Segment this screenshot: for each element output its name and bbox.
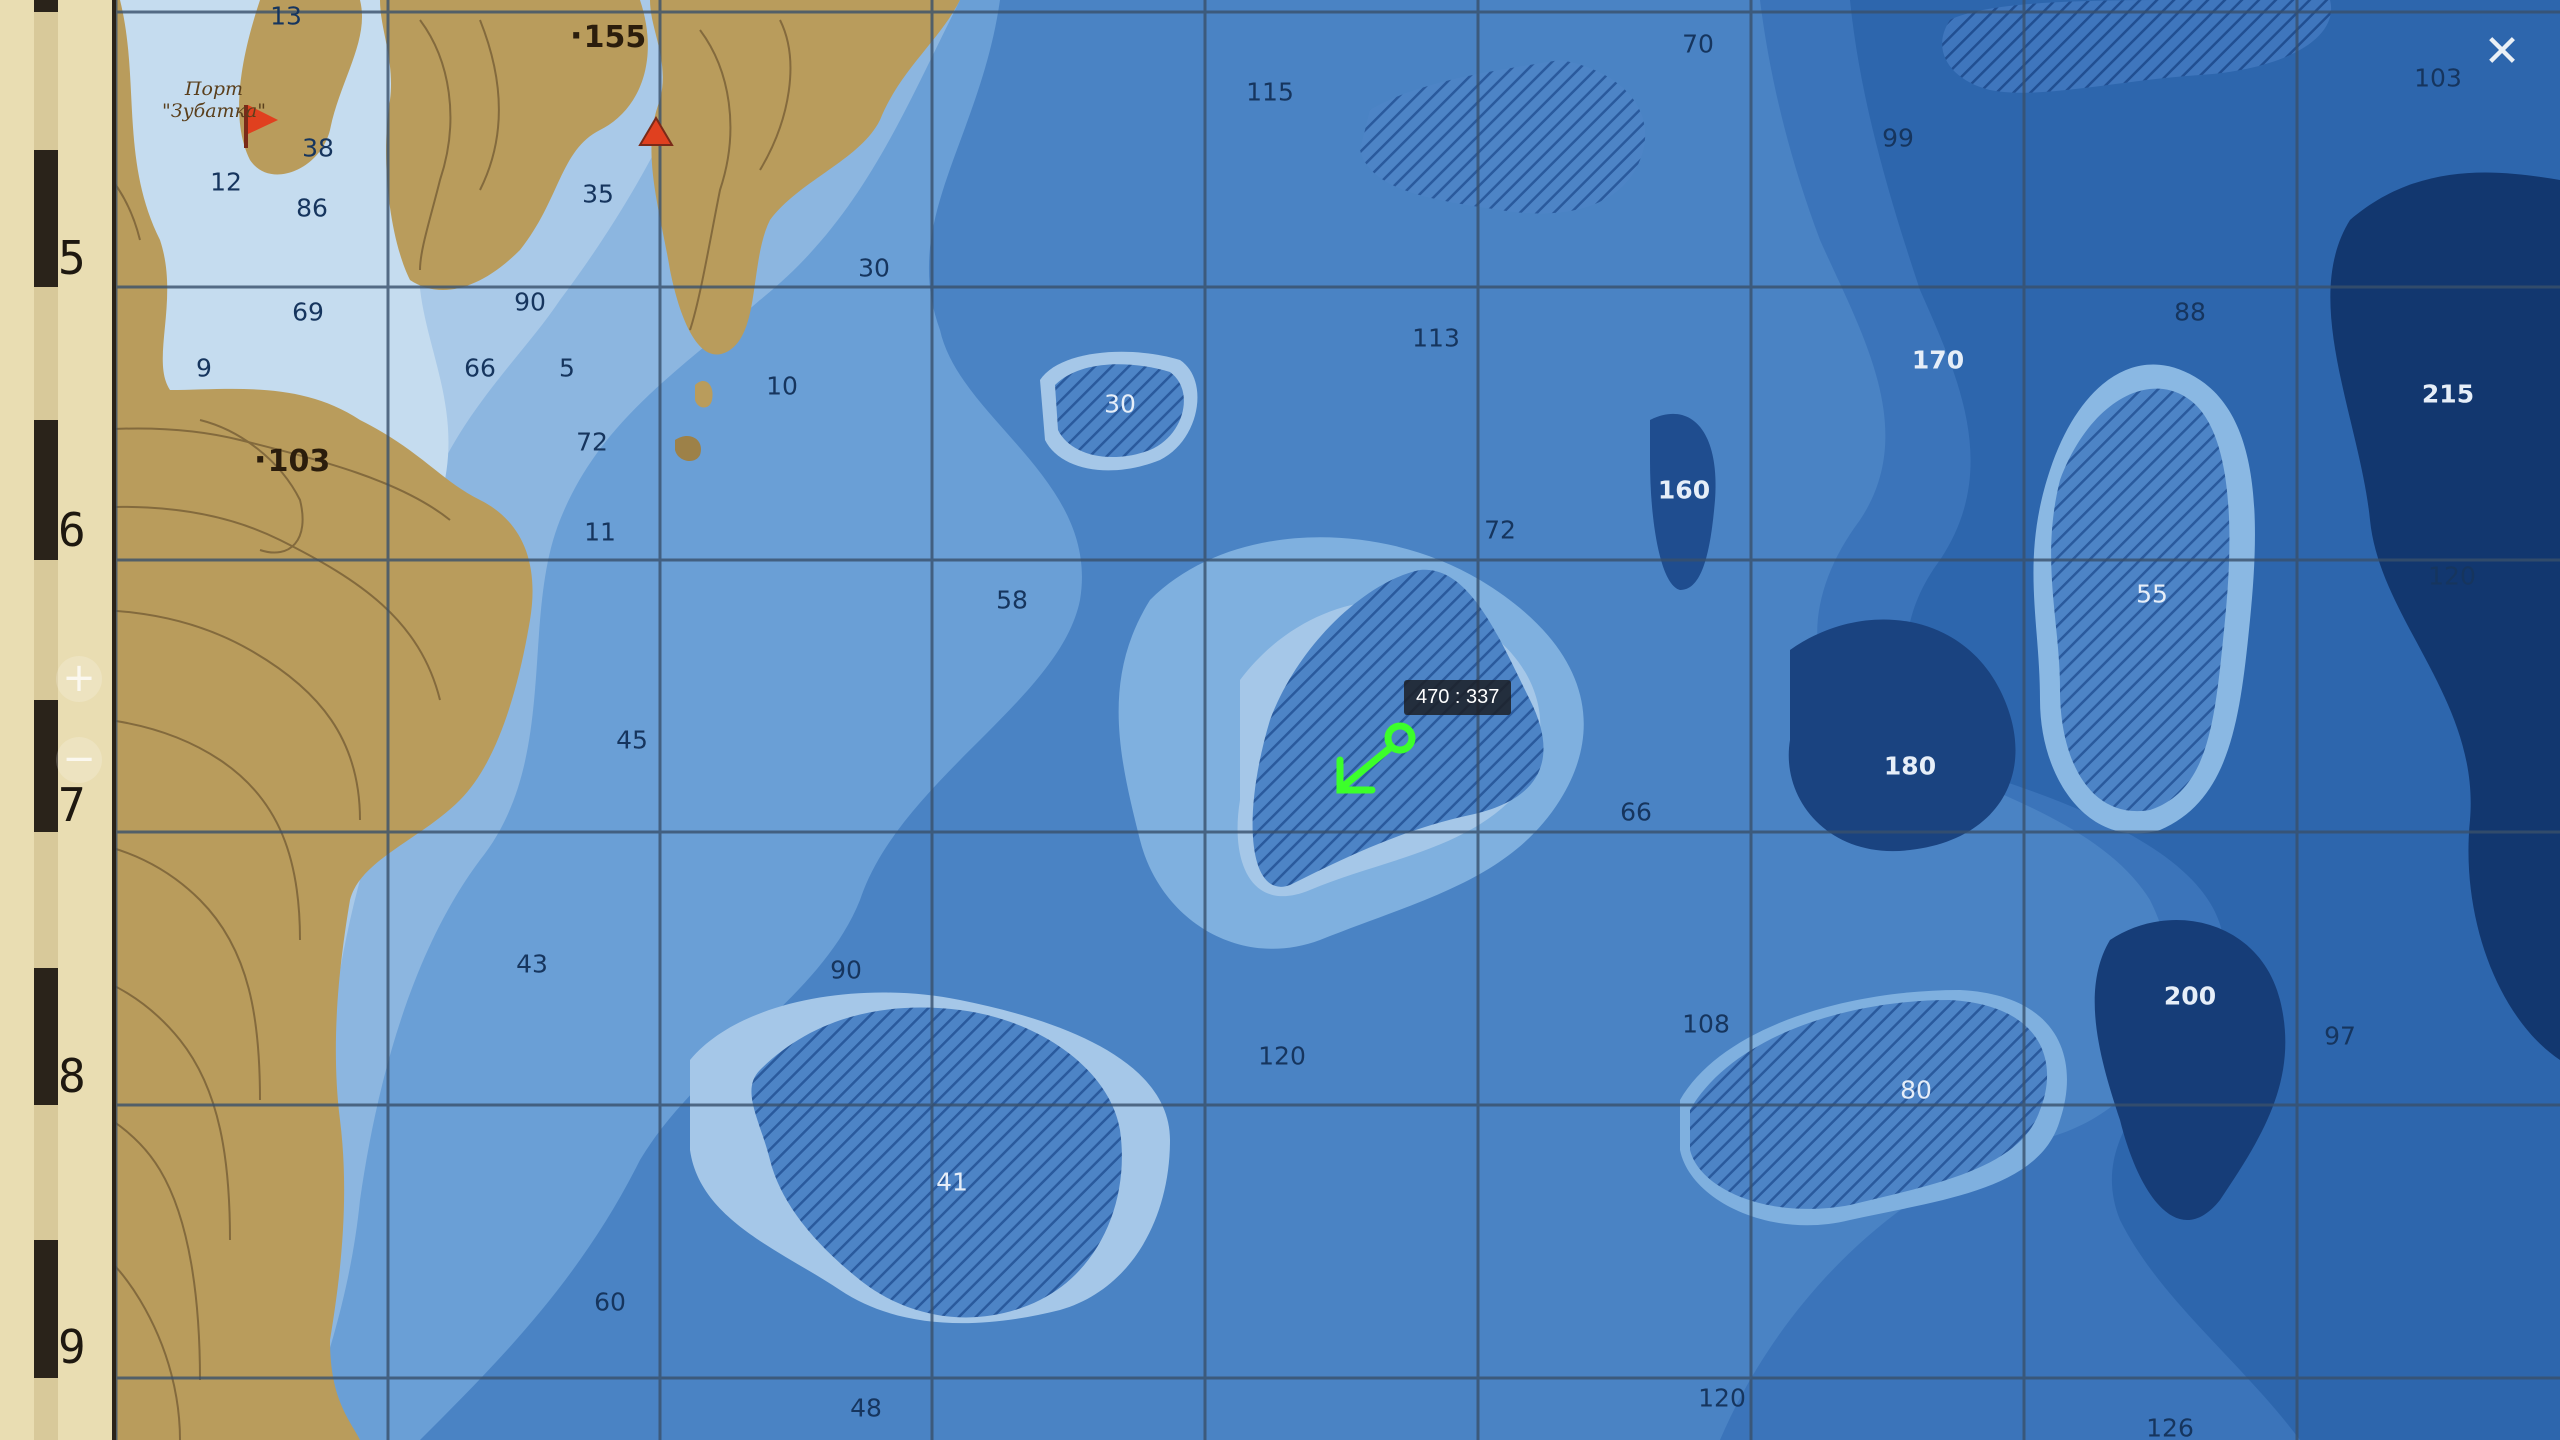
depth-label: 48 xyxy=(850,1393,882,1423)
island-small xyxy=(695,380,713,408)
depth-label: 69 xyxy=(292,297,324,327)
depth-label: 12 xyxy=(210,167,242,197)
depth-label: 86 xyxy=(296,193,328,223)
depth-label: 43 xyxy=(516,949,548,979)
depth-label: 60 xyxy=(594,1287,626,1317)
depth-label: 126 xyxy=(2146,1413,2194,1440)
depth-label: 66 xyxy=(1620,797,1652,827)
ruler-label-7: 7 xyxy=(58,778,86,832)
depth-label: 66 xyxy=(464,353,496,383)
depth-label: 58 xyxy=(996,585,1028,615)
depth-label: 80 xyxy=(1900,1075,1932,1105)
depth-label: 45 xyxy=(616,725,648,755)
ruler-label-6: 6 xyxy=(58,503,86,557)
depth-label: 90 xyxy=(830,955,862,985)
depth-label: 215 xyxy=(2421,379,2475,409)
depth-label: 9 xyxy=(196,353,212,383)
port-label-line2: "Зубатка" xyxy=(162,100,266,122)
ruler-label-9: 9 xyxy=(58,1320,86,1374)
depth-label: 115 xyxy=(1246,77,1294,107)
depth-label: 70 xyxy=(1682,29,1714,59)
depth-label: 120 xyxy=(1258,1041,1306,1071)
map-canvas[interactable] xyxy=(0,0,2560,1440)
depth-label: 113 xyxy=(1412,323,1460,353)
depth-label: 38 xyxy=(302,133,334,163)
depth-label: 99 xyxy=(1882,123,1914,153)
zoom-in-button[interactable]: + xyxy=(56,656,102,702)
depth-label: 72 xyxy=(576,427,608,457)
depth-label: 97 xyxy=(2324,1021,2356,1051)
depth-label: 103 xyxy=(2414,63,2462,93)
depth-label: 160 xyxy=(1657,475,1711,505)
fishing-map[interactable]: 5 6 7 8 9 Порт "Зубатка" 155 103 13 12 3… xyxy=(0,0,2560,1440)
depth-label: 180 xyxy=(1883,751,1937,781)
height-label-155: 155 xyxy=(570,16,647,56)
depth-label: 200 xyxy=(2163,981,2217,1011)
depth-label: 13 xyxy=(270,1,302,31)
player-coordinates-tooltip: 470 : 337 xyxy=(1404,680,1512,715)
depth-label: 5 xyxy=(559,353,575,383)
depth-label: 35 xyxy=(582,179,614,209)
depth-label: 72 xyxy=(1484,515,1516,545)
zoom-out-button[interactable]: − xyxy=(56,737,102,783)
depth-label: 11 xyxy=(584,517,616,547)
depth-label: 88 xyxy=(2174,297,2206,327)
port-label-line1: Порт xyxy=(184,78,244,100)
depth-label: 120 xyxy=(2428,561,2476,591)
ruler-label-5: 5 xyxy=(58,231,86,285)
depth-label: 170 xyxy=(1911,345,1965,375)
depth-label: 30 xyxy=(1104,389,1136,419)
depth-label: 90 xyxy=(514,287,546,317)
height-label-103: 103 xyxy=(254,440,331,480)
depth-label: 30 xyxy=(858,253,890,283)
depth-label: 108 xyxy=(1682,1009,1730,1039)
depth-label: 41 xyxy=(936,1167,968,1197)
depth-label: 10 xyxy=(766,371,798,401)
depth-label: 120 xyxy=(1698,1383,1746,1413)
close-map-button[interactable]: ✕ xyxy=(2480,30,2524,74)
depth-label: 55 xyxy=(2136,579,2168,609)
port-label: Порт "Зубатка" xyxy=(162,78,266,122)
ruler-label-8: 8 xyxy=(58,1049,86,1103)
